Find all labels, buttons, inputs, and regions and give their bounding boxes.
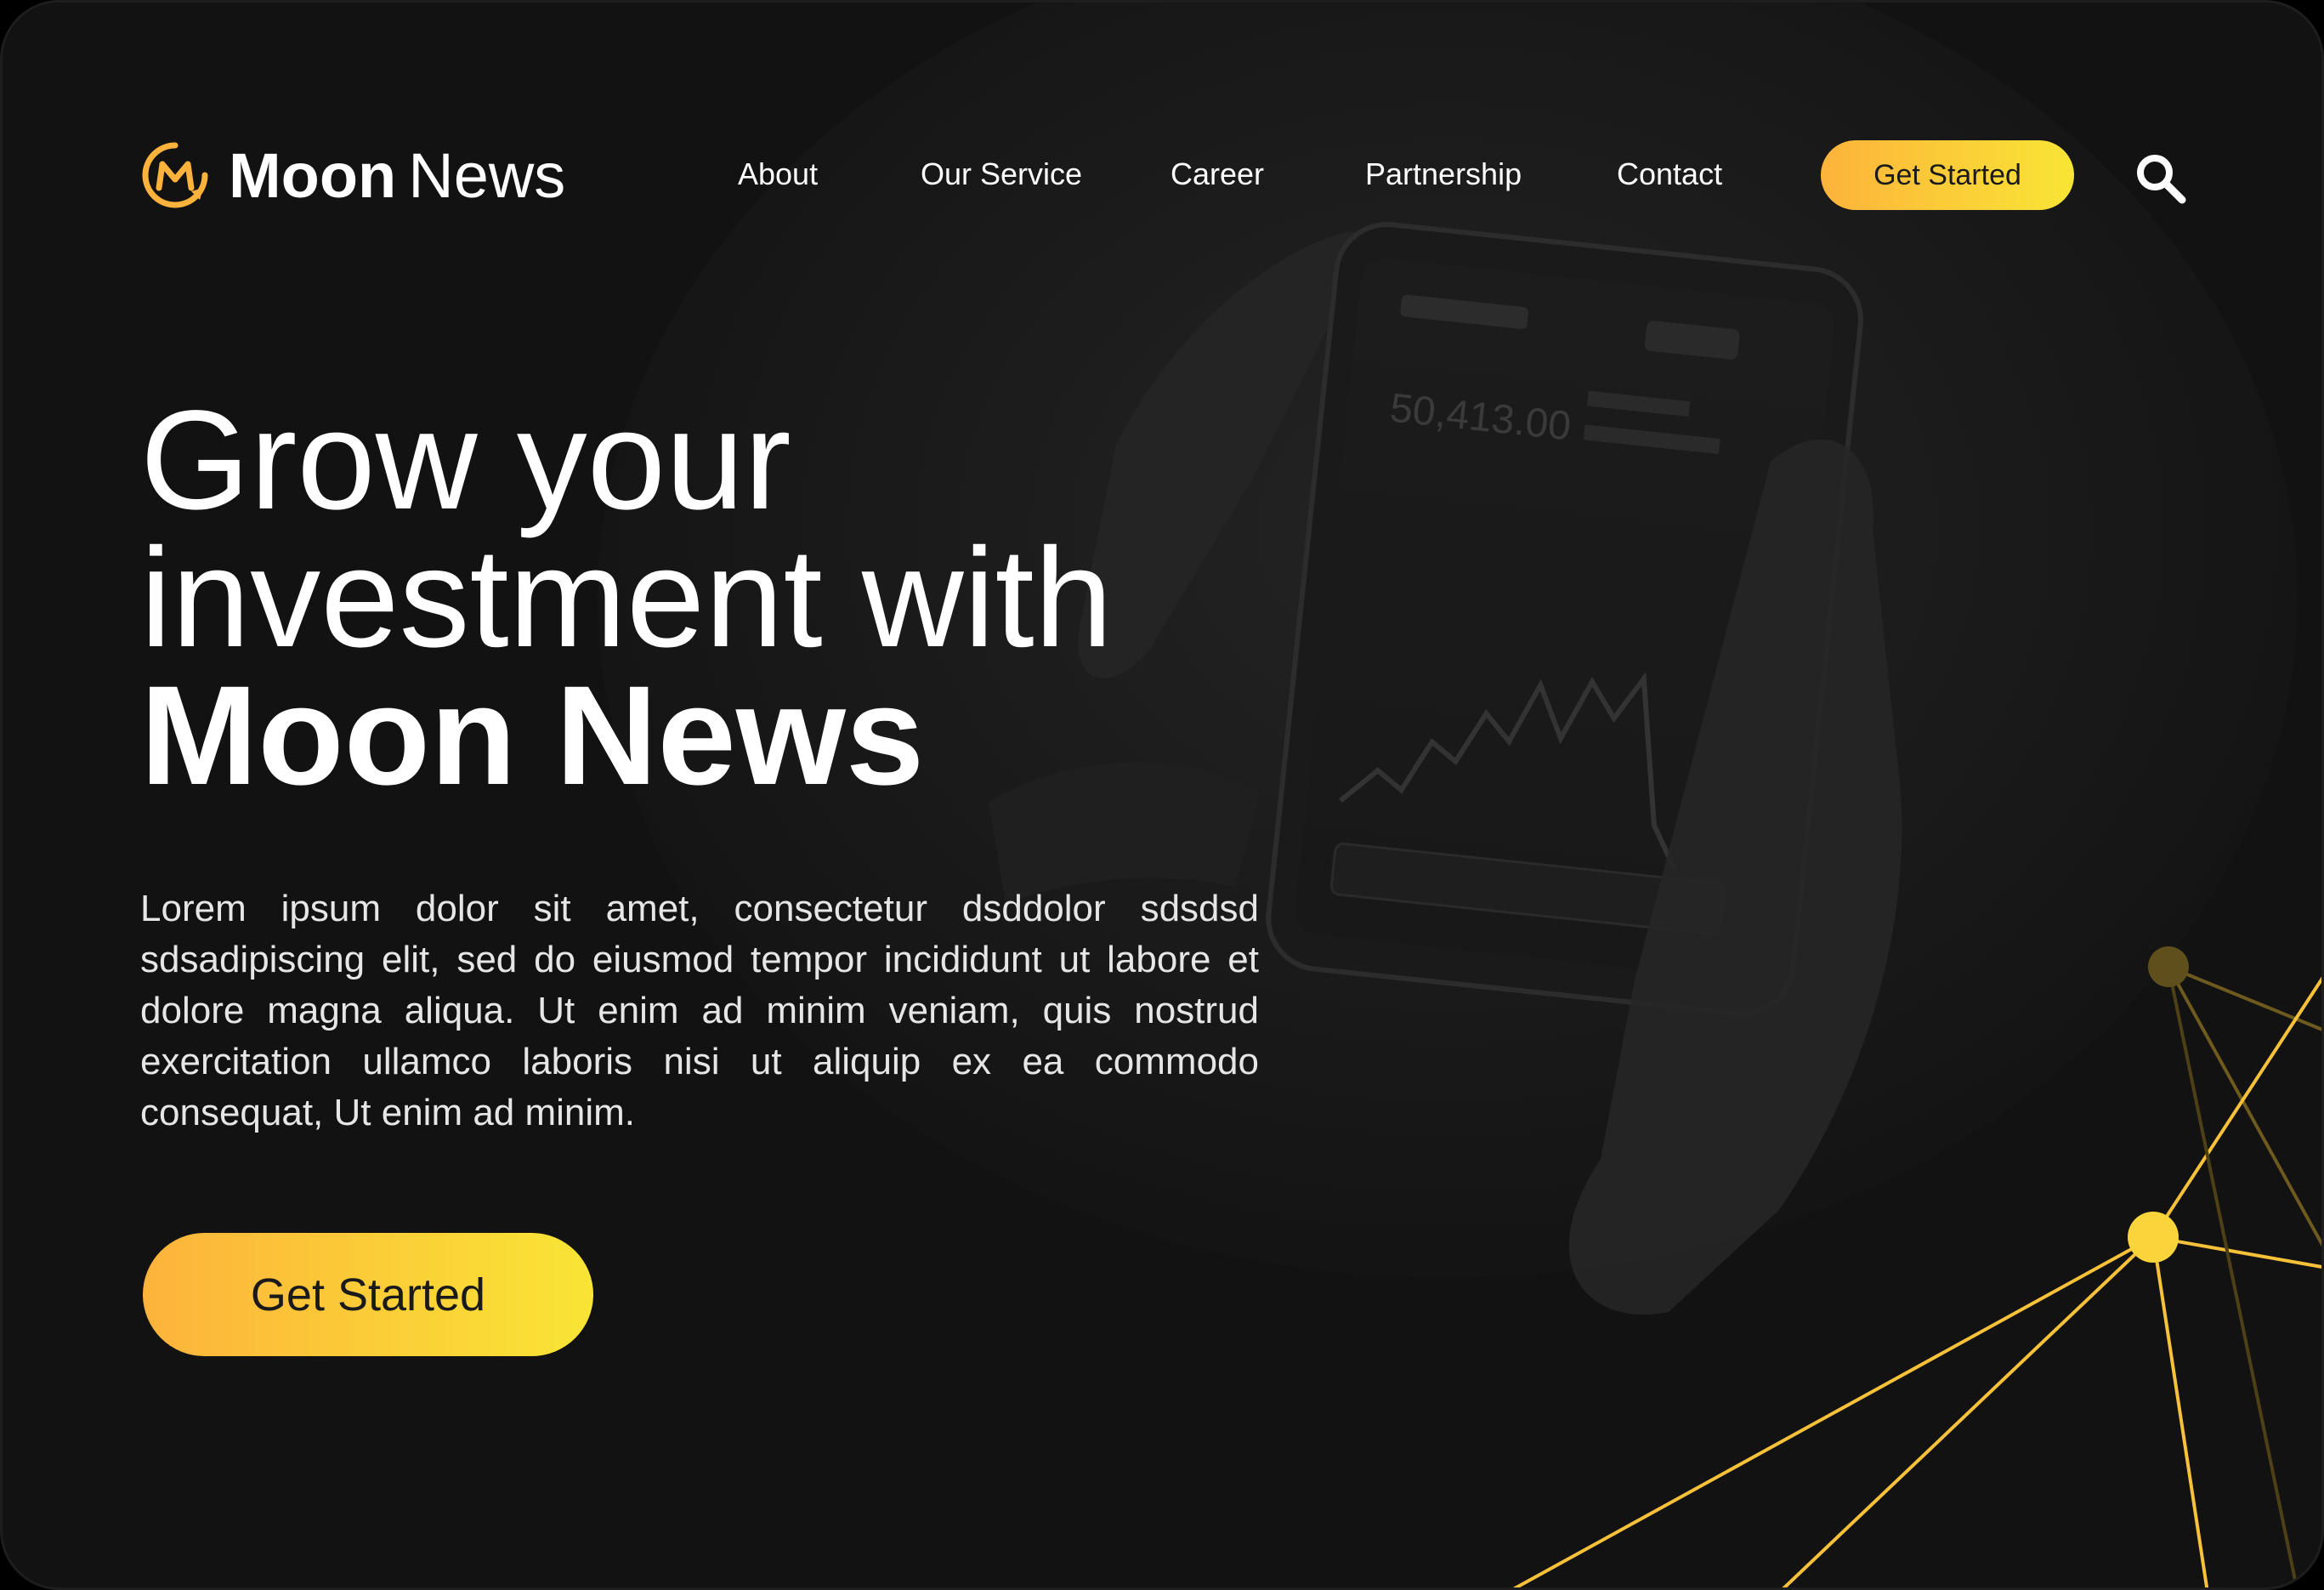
nav-item-career[interactable]: Career (1171, 149, 1264, 200)
landing-page: 50,413.00 Moon News About Our Service Ca… (0, 0, 2324, 1590)
search-button[interactable] (2133, 150, 2189, 207)
brand-name-bold: Moon (229, 139, 397, 211)
nav-item-about[interactable]: About (738, 149, 818, 200)
nav-item-contact[interactable]: Contact (1617, 149, 1722, 200)
nav-item-partnership[interactable]: Partnership (1365, 149, 1522, 200)
hero-get-started-button[interactable]: Get Started (143, 1233, 593, 1356)
brand-name-regular: News (408, 139, 566, 211)
hero-headline: Grow your investment with Moon News (140, 382, 1114, 815)
brand-logo[interactable]: Moon News (140, 137, 565, 213)
brand-name: Moon News (229, 139, 565, 212)
hero-headline-brand: Moon News (140, 657, 925, 815)
moon-news-logo-icon (142, 142, 208, 208)
header-get-started-button[interactable]: Get Started (1821, 140, 2074, 210)
hero-description: Lorem ipsum dolor sit amet, consectetur … (140, 888, 1259, 1133)
hero-headline-line-2: investment with (140, 520, 1114, 677)
nav-item-our-service[interactable]: Our Service (921, 149, 1082, 200)
hero-headline-line-1: Grow your (140, 382, 791, 539)
search-icon (2137, 155, 2186, 204)
